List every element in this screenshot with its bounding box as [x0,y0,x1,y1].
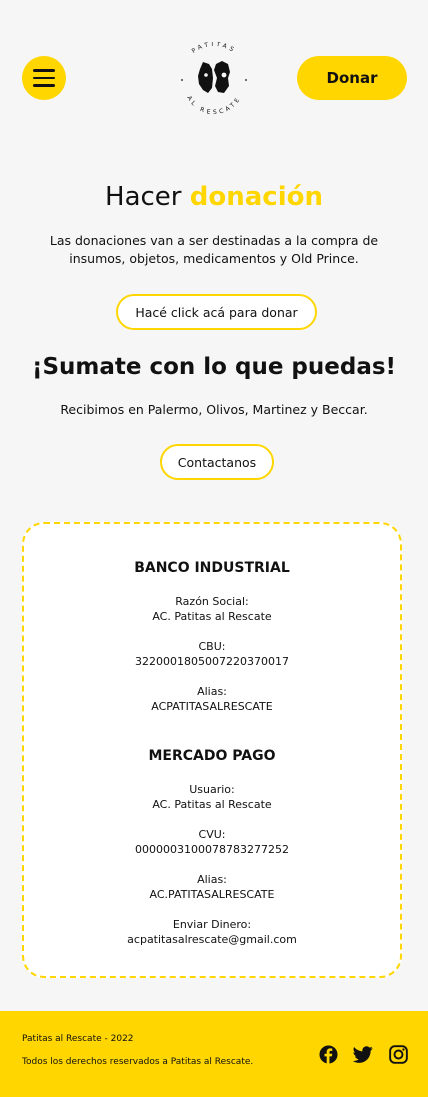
field-label: Razón Social: [175,595,249,608]
logo-dot [245,79,247,81]
hamburger-menu-button[interactable] [22,56,66,100]
patitas-logo[interactable]: PATITAS AL RESCATE [172,42,256,116]
field-label: Alias: [197,685,227,698]
field-label: Alias: [197,873,227,886]
cta-title: ¡Sumate con lo que puedas! [31,354,397,380]
bank-field: Razón Social: AC. Patitas al Rescate [24,594,400,624]
field-value: AC.PATITASALRESCATE [149,888,275,901]
bank-block-mercadopago: MERCADO PAGO Usuario: AC. Patitas al Res… [24,748,400,962]
field-label: Enviar Dinero: [172,918,252,931]
field-value: 0000003100078783277252 [135,843,289,856]
bank-block-industrial: BANCO INDUSTRIAL Razón Social: AC. Patit… [24,560,400,729]
field-value: 3220001805007220370017 [135,655,289,668]
field-label: Usuario: [189,783,235,796]
bank-name: MERCADO PAGO [148,748,276,764]
bank-field: Enviar Dinero: acpatitasalrescate@gmail.… [24,917,400,947]
field-value: acpatitasalrescate@gmail.com [127,933,297,946]
field-label: CBU: [198,640,226,653]
field-value: AC. Patitas al Rescate [152,798,272,811]
bank-info-card: BANCO INDUSTRIAL Razón Social: AC. Patit… [22,522,402,978]
logo-top-text: PATITAS [191,42,238,55]
donate-link-button[interactable]: Hacé click acá para donar [116,294,317,330]
logo-dot [181,79,183,81]
received-locations: Recibimos en Palermo, Olivos, Martinez y… [60,402,368,417]
menu-line [33,76,55,80]
bank-field: Usuario: AC. Patitas al Rescate [24,782,400,812]
logo-bottom-text: AL RESCATE [185,95,242,116]
contact-button[interactable]: Contactanos [160,444,274,480]
twitter-icon[interactable] [352,1043,374,1065]
title-accent: donación [189,182,323,212]
menu-line [33,84,55,87]
footer-rights: Todos los derechos reservados a Patitas … [22,1057,254,1067]
footer-copyright: Patitas al Rescate - 2022 [22,1034,134,1044]
footer: Patitas al Rescate - 2022 Todos los dere… [0,1011,428,1097]
bank-field: Alias: AC.PATITASALRESCATE [24,872,400,902]
field-label: CVU: [198,828,226,841]
field-value: AC. Patitas al Rescate [152,610,272,623]
page-title: Hacer donación [0,182,428,212]
field-value: ACPATITASALRESCATE [151,700,273,713]
instagram-icon[interactable] [387,1043,409,1065]
header: PATITAS AL RESCATE Donar [0,0,428,150]
bank-field: Alias: ACPATITASALRESCATE [24,684,400,714]
title-plain: Hacer [105,182,182,212]
donation-description: Las donaciones van a ser destinadas a la… [49,233,379,266]
menu-line [33,69,55,72]
dog-cat-silhouette-icon [198,61,230,93]
bank-name: BANCO INDUSTRIAL [134,560,290,576]
donate-button[interactable]: Donar [297,56,407,100]
facebook-icon[interactable] [317,1043,339,1065]
bank-field: CVU: 0000003100078783277252 [24,827,400,857]
bank-field: CBU: 3220001805007220370017 [24,639,400,669]
